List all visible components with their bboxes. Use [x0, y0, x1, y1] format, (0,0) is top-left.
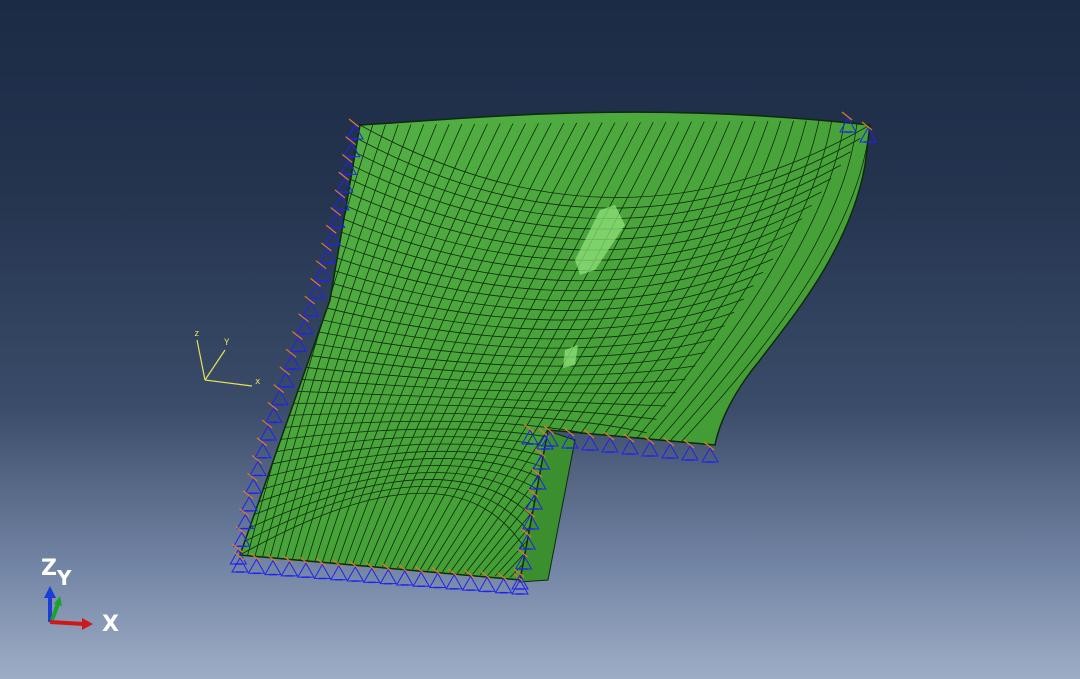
triad-z-label: Z — [41, 556, 57, 581]
csys-z-label: z — [194, 329, 200, 339]
triad-axes — [44, 586, 93, 630]
model-viewport[interactable]: z Y x Z Y X — [0, 0, 1080, 679]
triad-x-label: X — [102, 612, 119, 637]
triad-y-label: Y — [57, 566, 72, 590]
csys-x-label: x — [255, 377, 261, 387]
csys-y-label: Y — [224, 338, 230, 348]
